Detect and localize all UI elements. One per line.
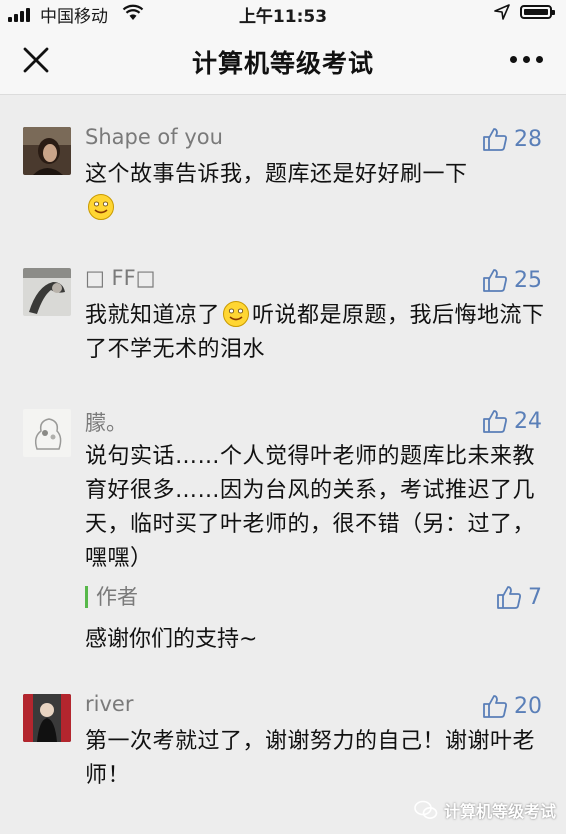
comment-nickname: river: [85, 692, 134, 716]
like-button[interactable]: 28: [482, 125, 542, 153]
thumbs-up-icon: [483, 410, 507, 433]
comment-text: 我就知道凉了 听说都是原题，我后悔地流下了不学无术的泪水: [85, 299, 545, 367]
like-count: 24: [514, 408, 542, 434]
watermark: 计算机等级考试: [414, 798, 556, 822]
smile-emoji-icon: [88, 194, 114, 220]
like-button[interactable]: 20: [482, 692, 542, 720]
thumbs-up-icon: [483, 695, 507, 718]
like-button[interactable]: 24: [482, 407, 542, 435]
comment-text: 这个故事告诉我，题库还是好好刷一下: [85, 158, 545, 226]
like-count: 25: [514, 267, 542, 293]
location-arrow-icon: [494, 4, 510, 20]
page-title: 计算机等级考试: [191, 49, 374, 78]
avatar[interactable]: [23, 409, 71, 457]
comment-nickname: Shape of you: [85, 125, 223, 149]
author-reply-label: 作者: [85, 586, 138, 608]
author-reply-text: 感谢你们的支持~: [85, 627, 258, 652]
more-options-icon[interactable]: [510, 56, 544, 64]
like-button[interactable]: 25: [482, 266, 542, 294]
avatar[interactable]: [23, 127, 71, 175]
wechat-icon: [414, 800, 438, 819]
comment-text: 说句实话……个人觉得叶老师的题库比未来教育好很多……因为台风的关系，考试推迟了几…: [85, 444, 536, 571]
comment-text-part: 我就知道凉了: [85, 303, 221, 328]
watermark-text: 计算机等级考试: [443, 802, 556, 821]
like-count: 7: [528, 584, 542, 610]
nav-bar: 计算机等级考试: [0, 26, 566, 95]
like-count: 20: [514, 693, 542, 719]
thumbs-up-icon: [483, 128, 507, 151]
like-count: 28: [514, 126, 542, 152]
battery-icon: [520, 5, 555, 19]
reply-like-button[interactable]: 7: [496, 583, 542, 611]
thumbs-up-icon: [483, 269, 507, 292]
smile-emoji-icon: [223, 301, 250, 327]
status-time: 上午11:53: [238, 7, 328, 27]
comment-text: 第一次考就过了，谢谢努力的自己！谢谢叶老师！: [85, 729, 536, 788]
avatar[interactable]: [23, 268, 71, 316]
comment-text-part: 这个故事告诉我，题库还是好好刷一下: [85, 162, 468, 187]
avatar[interactable]: [23, 694, 71, 742]
thumbs-up-icon: [497, 586, 521, 609]
status-bar: 中国移动 上午11:53: [0, 0, 566, 27]
comment-nickname: 朦。: [85, 411, 127, 435]
comment-nickname: □ FF□: [85, 266, 156, 290]
